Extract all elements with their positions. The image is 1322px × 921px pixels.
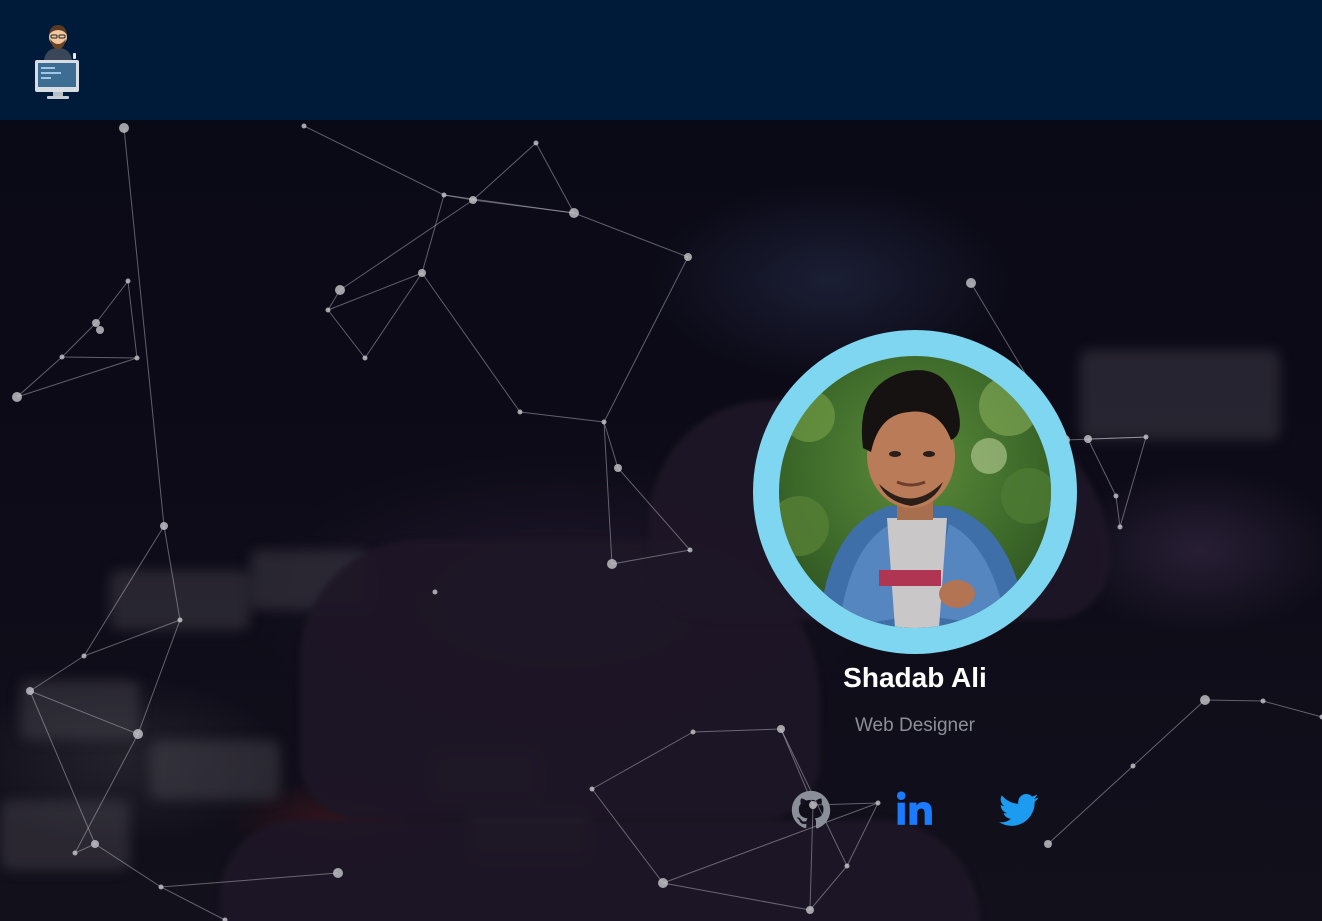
network-link [1047, 765, 1134, 845]
network-link [591, 788, 664, 884]
network-particle [1260, 698, 1266, 704]
network-particle [658, 878, 668, 888]
network-particle [1113, 493, 1119, 499]
network-particle [92, 319, 100, 327]
network-particle [125, 278, 131, 284]
network-link [123, 127, 165, 527]
particle-network-background [12, 123, 1322, 921]
network-particle [517, 409, 523, 415]
network-particle [432, 589, 438, 595]
network-link [617, 467, 691, 551]
network-particle [601, 419, 607, 425]
network-link [74, 733, 139, 854]
network-particle [533, 140, 539, 146]
network-particle [362, 355, 368, 361]
top-navbar [0, 0, 1322, 120]
network-particle [222, 917, 228, 921]
developer-avatar-logo-icon[interactable] [32, 22, 84, 100]
network-link [160, 872, 339, 888]
network-particle [1143, 434, 1149, 440]
linkedin-link[interactable] [896, 790, 934, 832]
network-link [160, 886, 226, 921]
network-link [303, 125, 445, 196]
network-particle [177, 617, 183, 623]
network-link [127, 280, 138, 359]
twitter-link[interactable] [999, 790, 1039, 834]
network-link [603, 256, 689, 423]
network-link [1087, 438, 1117, 497]
network-link [339, 199, 474, 291]
network-particle [335, 285, 345, 295]
network-particle [1084, 435, 1092, 443]
network-particle [966, 278, 976, 288]
network-link [421, 272, 521, 413]
network-particle [333, 868, 343, 878]
network-link [29, 690, 96, 845]
network-link [1064, 436, 1147, 441]
network-particle [806, 906, 814, 914]
network-particle [96, 326, 104, 334]
github-link[interactable] [791, 790, 831, 834]
network-particle [441, 192, 447, 198]
network-particle [589, 786, 595, 792]
network-particle [81, 653, 87, 659]
network-particle [119, 123, 129, 133]
network-particle [1044, 840, 1052, 848]
network-link [662, 802, 879, 884]
network-link [519, 411, 605, 423]
network-particle [687, 547, 693, 553]
network-particle [614, 464, 622, 472]
network-link [472, 142, 537, 201]
linkedin-icon [896, 791, 932, 825]
network-link [421, 194, 445, 274]
network-link [1115, 495, 1121, 528]
hero-section: Shadab Ali Web Designer [0, 120, 1322, 921]
network-particle [469, 196, 477, 204]
network-link [1204, 699, 1264, 702]
network-link [94, 843, 162, 888]
network-particle [1130, 763, 1136, 769]
network-particle [91, 840, 99, 848]
github-icon [791, 790, 831, 829]
profile-role: Web Designer [854, 715, 976, 736]
network-link [662, 882, 811, 911]
network-particle [72, 850, 78, 856]
network-link [163, 525, 181, 621]
network-particle [1200, 695, 1210, 705]
profile-photo [779, 356, 1051, 628]
network-particle [160, 522, 168, 530]
network-link [16, 356, 63, 398]
network-link [61, 356, 138, 359]
network-particle [607, 559, 617, 569]
network-link [95, 280, 129, 324]
network-particle [325, 307, 331, 313]
network-link [1119, 436, 1147, 528]
network-link [327, 309, 366, 359]
network-link [809, 865, 848, 911]
network-link [16, 357, 138, 398]
network-particle [1117, 524, 1123, 530]
network-particle [569, 208, 579, 218]
network-particle [844, 863, 850, 869]
network-particle [301, 123, 307, 129]
profile-avatar-ring [753, 330, 1077, 654]
network-particle [684, 253, 692, 261]
network-link [472, 199, 575, 214]
twitter-icon [999, 793, 1039, 826]
network-link [83, 525, 165, 657]
profile-name: Shadab Ali [843, 662, 987, 693]
network-link [364, 272, 423, 359]
network-particle [59, 354, 65, 360]
network-particle [134, 355, 140, 361]
network-link [611, 549, 691, 565]
network-link [573, 212, 689, 258]
network-particle [158, 884, 164, 890]
network-particle [875, 800, 881, 806]
network-particle [12, 392, 22, 402]
network-particle [418, 269, 426, 277]
network-link [591, 731, 694, 790]
network-link [61, 322, 97, 358]
network-link [83, 619, 181, 657]
network-link [535, 142, 575, 214]
